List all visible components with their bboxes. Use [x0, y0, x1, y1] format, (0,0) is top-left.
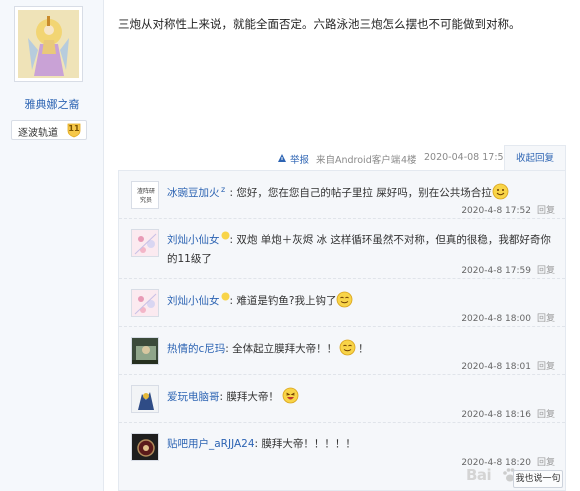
level-shield-icon: 11 — [66, 122, 82, 138]
reply-item: 贴吧用户_aRJJA24: 膜拜大帝！！！！！ 2020-4-8 18:20 回复 — [119, 423, 565, 471]
laugh-emoji-icon — [282, 387, 299, 404]
reply-avatar[interactable] — [131, 337, 159, 365]
reply-avatar[interactable] — [131, 385, 159, 413]
reply-username[interactable]: 贴吧用户_aRJJA24 — [167, 438, 255, 450]
post-source: 来自Android客户端 — [316, 155, 401, 166]
post-time: 2020-04-08 17:51 — [424, 152, 510, 163]
tiny-smile-icon — [221, 231, 229, 240]
reply-time: 2020-4-8 18:00 — [461, 314, 531, 324]
reply-button[interactable]: 回复 — [537, 458, 555, 468]
reply-button[interactable]: 回复 — [537, 314, 555, 324]
reply-button[interactable]: 回复 — [537, 410, 555, 420]
reply-item: 刘灿小仙女: 双炮 单炮＋灰烬 冰 这样循环虽然不对称，但真的很稳，我都好奇你的… — [119, 219, 565, 279]
reply-item: 热情的c尼玛: 全体起立膜拜大帝！！ ！ 2020-4-8 18:01 回复 — [119, 327, 565, 375]
reply-avatar[interactable] — [131, 433, 159, 461]
reply-time: 2020-4-8 17:52 — [461, 206, 531, 216]
reply-content: : 难道是钓鱼?我上钩了 — [229, 295, 337, 307]
reply-time: 2020-4-8 18:01 — [461, 362, 531, 372]
author-panel: 雅典娜之裔 逐波轨道 11 — [0, 0, 104, 491]
avatar-caption: 渣阵研究员 — [136, 188, 155, 204]
smile-emoji-icon — [337, 291, 353, 308]
reply-username[interactable]: 爱玩电脑哥 — [167, 391, 220, 403]
reply-item: 渣阵研究员 冰豌豆加火 z: 您好，您在您自己的帖子里拉 屎好吗，别在公共场合拉 … — [119, 171, 565, 219]
author-username[interactable]: 雅典娜之裔 — [0, 96, 104, 112]
reply-meta: 2020-4-8 17:59 回复 — [461, 263, 555, 276]
watermark-text: Bai — [466, 466, 492, 484]
reply-list: 渣阵研究员 冰豌豆加火 z: 您好，您在您自己的帖子里拉 屎好吗，别在公共场合拉 … — [118, 170, 566, 491]
level-badge[interactable]: 逐波轨道 11 — [11, 120, 87, 140]
reply-time: 2020-4-8 17:59 — [461, 266, 531, 276]
svg-text:z: z — [221, 185, 225, 193]
reply-username[interactable]: 冰豌豆加火 — [167, 187, 220, 199]
reply-content: : 膜拜大帝！ — [219, 391, 279, 403]
reply-text: 爱玩电脑哥: 膜拜大帝！ — [167, 387, 559, 407]
reply-time: 2020-4-8 18:16 — [461, 410, 531, 420]
smile-emoji-icon — [339, 339, 356, 356]
reply-meta: 2020-4-8 18:16 回复 — [461, 407, 555, 420]
post-meta-bar: 举报 来自Android客户端 4楼 2020-04-08 17:51 — [0, 145, 510, 171]
reply-username[interactable]: 热情的c尼玛 — [167, 343, 225, 355]
reply-avatar[interactable] — [131, 289, 159, 317]
level-number: 11 — [68, 124, 80, 133]
tiny-smile-icon — [221, 292, 229, 301]
reply-avatar[interactable]: 渣阵研究员 — [131, 181, 159, 209]
reply-button[interactable]: 回复 — [537, 266, 555, 276]
level-name: 逐波轨道 — [18, 128, 58, 139]
post-content: 三炮从对称性上来说，就能全面否定。六路泳池三炮怎么摆也不可能做到对称。 — [118, 17, 521, 31]
zzz-icon: z — [221, 185, 225, 193]
reply-content: : 全体起立膜拜大帝！！ — [225, 343, 338, 355]
reply-input-button[interactable]: 我也说一句 — [513, 470, 563, 488]
reply-username[interactable]: 刘灿小仙女 — [167, 234, 220, 246]
grin-emoji-icon — [492, 183, 509, 200]
reply-text: 热情的c尼玛: 全体起立膜拜大帝！！ ！ — [167, 339, 559, 359]
report-icon[interactable] — [277, 153, 287, 163]
reply-meta: 2020-4-8 18:00 回复 — [461, 311, 555, 324]
toggle-replies-button[interactable]: 收起回复 — [504, 145, 566, 171]
reply-item: 刘灿小仙女 : 难道是钓鱼?我上钩了 2020-4-8 18:00 回复 — [119, 279, 565, 327]
reply-content-tail: ！ — [358, 343, 369, 355]
reply-text: 冰豌豆加火 z : 您好，您在您自己的帖子里拉 屎好吗，别在公共场合拉 — [167, 183, 559, 203]
reply-text: 贴吧用户_aRJJA24: 膜拜大帝！！！！！ — [167, 435, 559, 454]
reply-item: 爱玩电脑哥: 膜拜大帝！ 2020-4-8 18:16 回复 — [119, 375, 565, 423]
reply-content: : 您好，您在您自己的帖子里拉 屎好吗，别在公共场合拉 — [229, 187, 492, 199]
reply-username[interactable]: 刘灿小仙女 — [167, 295, 220, 307]
reply-avatar[interactable] — [131, 229, 159, 257]
reply-meta: 2020-4-8 18:01 回复 — [461, 359, 555, 372]
reply-meta: 2020-4-8 17:52 回复 — [461, 203, 555, 216]
author-avatar[interactable] — [14, 6, 83, 82]
reply-text: 刘灿小仙女 : 难道是钓鱼?我上钩了 — [167, 291, 559, 311]
report-link[interactable]: 举报 — [290, 152, 309, 166]
reply-button[interactable]: 回复 — [537, 362, 555, 372]
post-floor: 4楼 — [401, 155, 417, 166]
reply-content: : 膜拜大帝！！！！！ — [254, 438, 356, 450]
reply-button[interactable]: 回复 — [537, 206, 555, 216]
